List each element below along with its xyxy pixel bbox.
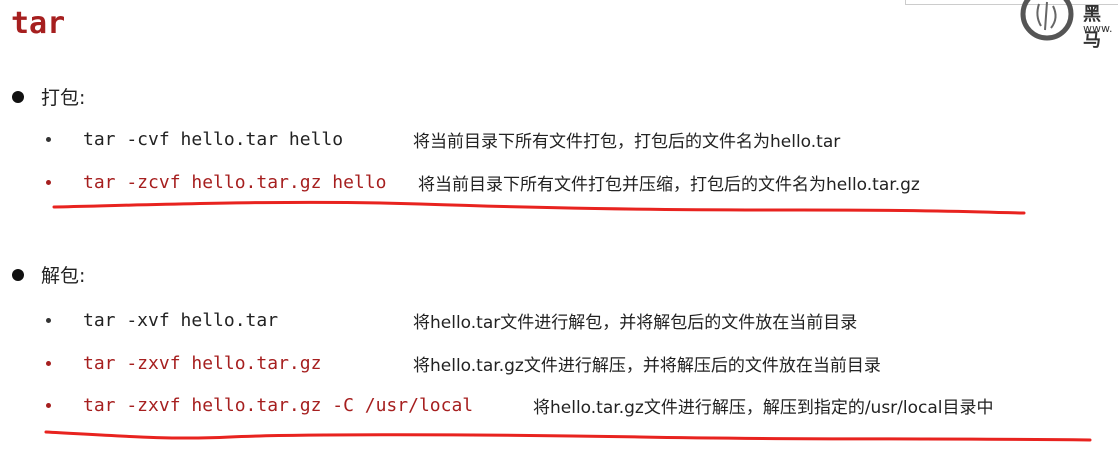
red-underline-annotation	[44, 430, 1092, 442]
annotation-layer	[44, 200, 1092, 442]
red-underline-annotation	[52, 200, 1026, 215]
